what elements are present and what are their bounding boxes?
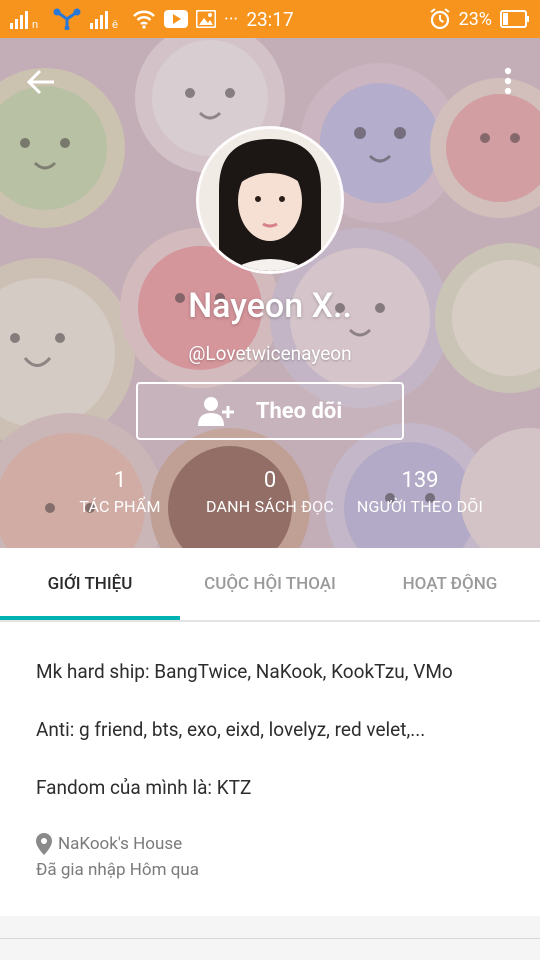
overflow-menu-button[interactable] — [498, 64, 518, 100]
joined-text: Đã gia nhập Hôm qua — [36, 860, 200, 880]
status-right: 23% — [429, 8, 530, 30]
battery-icon — [500, 8, 530, 30]
battery-percent: 23% — [458, 8, 492, 30]
tab-about[interactable]: GIỚI THIỆU — [0, 548, 180, 620]
stat-label: NGƯỜI THEO DÕI — [356, 497, 484, 516]
tab-conversations[interactable]: CUỘC HỘI THOẠI — [180, 548, 360, 620]
stat-value: 139 — [401, 468, 439, 493]
about-line: Anti: g friend, bts, exo, eixd, lovelyz,… — [36, 718, 426, 741]
back-arrow-icon — [26, 69, 54, 95]
profile-meta: NaKook's House Đã gia nhập Hôm qua — [36, 832, 504, 880]
profile-photo — [199, 129, 341, 271]
follow-button[interactable]: Theo dõi — [136, 382, 404, 440]
back-button[interactable] — [22, 62, 62, 102]
about-section: Mk hard ship: BangTwice, NaKook, KookTzu… — [0, 622, 540, 916]
alarm-icon — [429, 8, 451, 30]
profile-tabs: GIỚI THIỆU CUỘC HỘI THOẠI HOẠT ĐỘNG — [0, 548, 540, 620]
follow-label: Theo dõi — [255, 398, 343, 424]
add-person-icon — [197, 397, 234, 426]
about-line: Fandom của mình là: KTZ — [36, 776, 252, 799]
more-vert-icon — [504, 67, 512, 95]
location-row: NaKook's House — [36, 832, 504, 856]
about-line: Mk hard ship: BangTwice, NaKook, KookTzu… — [36, 660, 453, 683]
stat-value: 1 — [113, 468, 127, 493]
stat-followers[interactable]: 139 NGƯỜI THEO DÕI — [345, 468, 495, 516]
username: @Lovetwicenayeon — [188, 342, 352, 365]
location-pin-icon — [36, 833, 52, 855]
stat-reading-lists[interactable]: 0 DANH SÁCH ĐỌC — [190, 468, 350, 516]
display-name: Nayeon X.. — [188, 286, 352, 326]
stat-label: DANH SÁCH ĐỌC — [206, 497, 334, 516]
stat-works[interactable]: 1 TÁC PHẨM — [40, 468, 200, 516]
stat-value: 0 — [263, 468, 277, 493]
location-text: NaKook's House — [58, 834, 183, 854]
stat-label: TÁC PHẨM — [79, 497, 161, 516]
avatar[interactable] — [196, 126, 344, 274]
bottom-divider — [0, 938, 540, 939]
status-bar: n ē ··· 23:17 23% — [0, 0, 540, 38]
stats-row: 1 TÁC PHẨM 0 DANH SÁCH ĐỌC 139 NGƯỜI THE… — [0, 468, 540, 528]
tab-activity[interactable]: HOẠT ĐỘNG — [360, 548, 540, 620]
profile-header: Nayeon X.. @Lovetwicenayeon Theo dõi 1 T… — [0, 38, 540, 548]
